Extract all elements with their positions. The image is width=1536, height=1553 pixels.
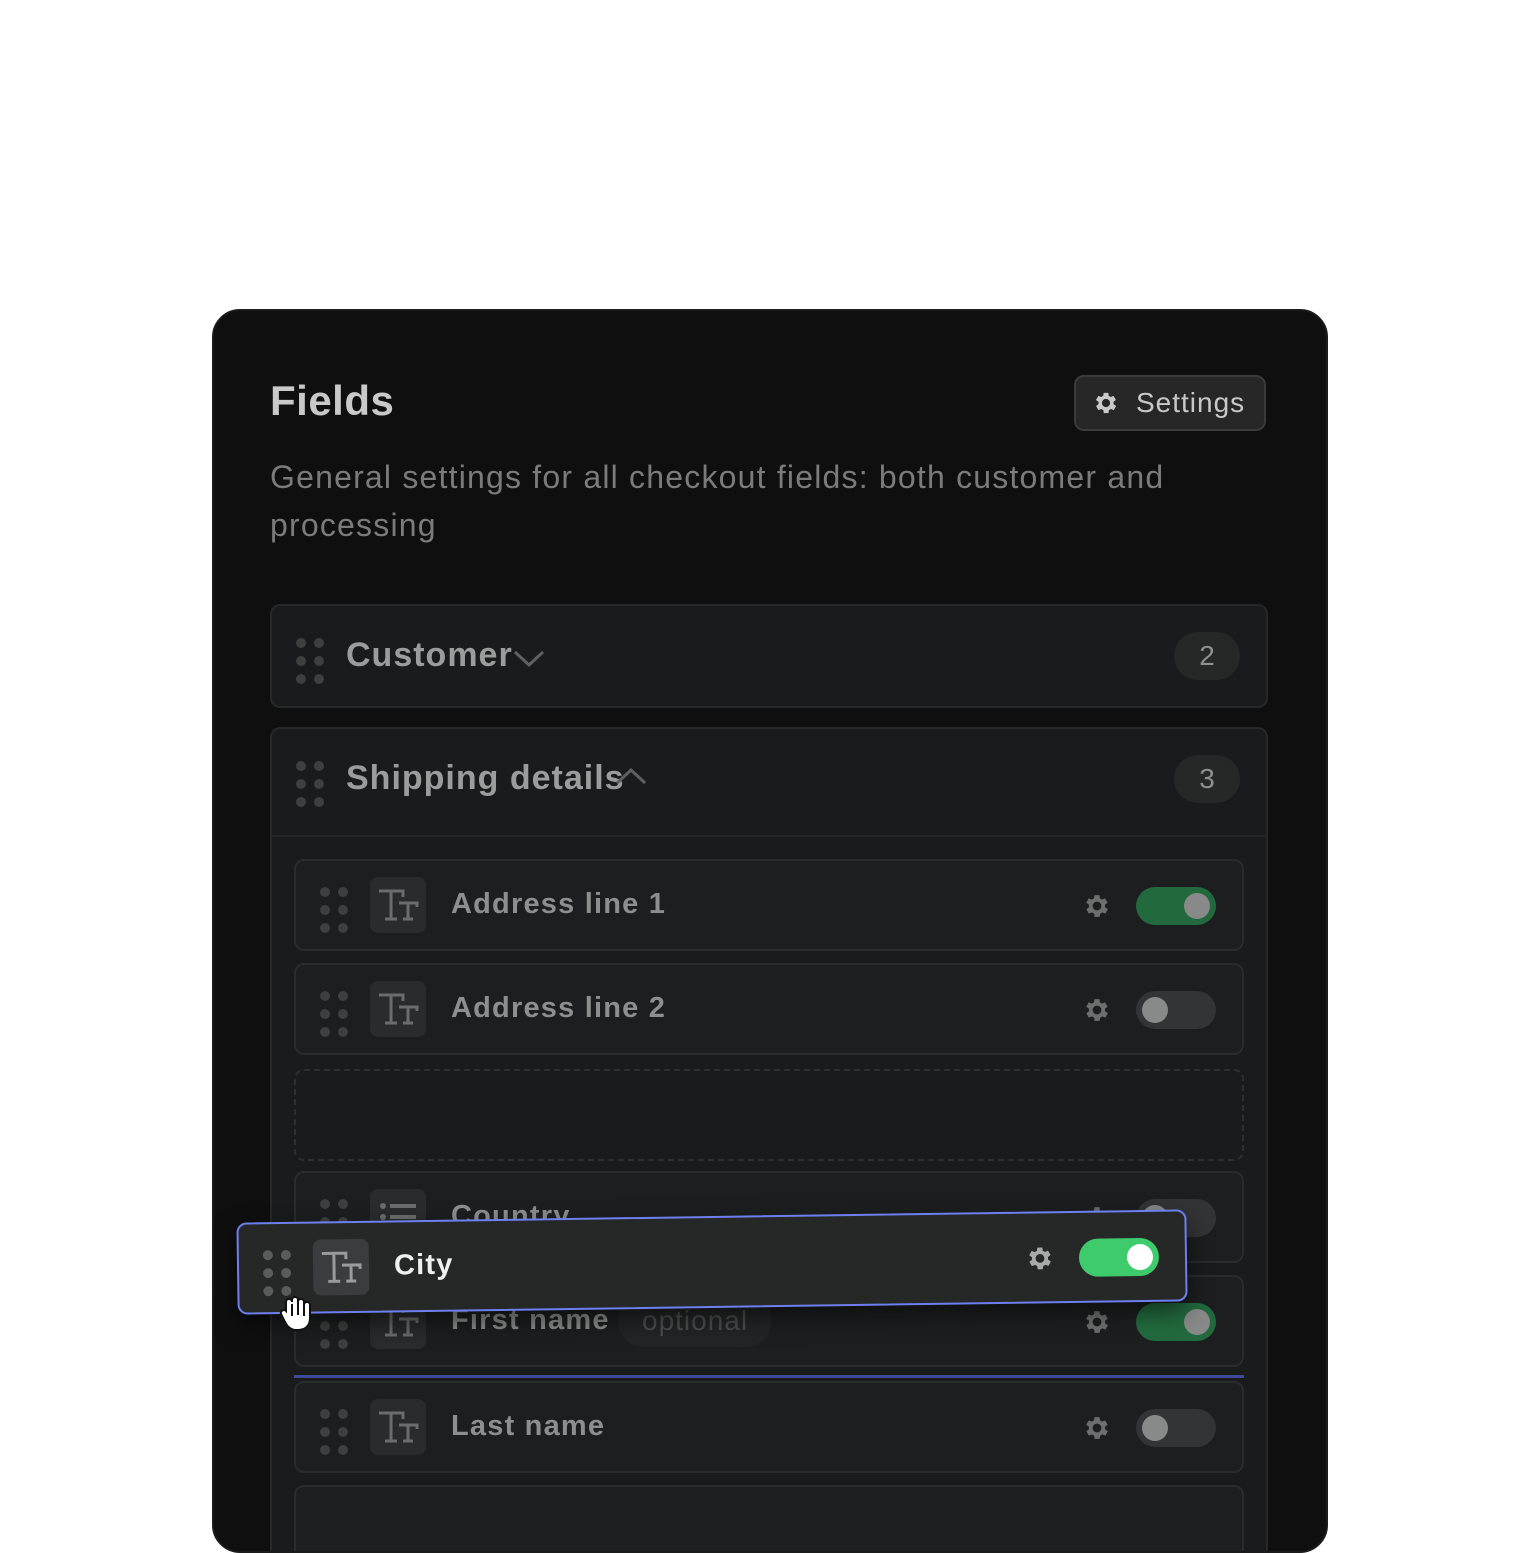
- drag-handle-icon[interactable]: [296, 761, 324, 807]
- dragging-field-row-city[interactable]: City: [236, 1209, 1188, 1315]
- gear-icon[interactable]: [1082, 891, 1112, 921]
- count-badge: 3: [1174, 755, 1240, 803]
- count-badge: 2: [1174, 632, 1240, 680]
- chevron-up-icon[interactable]: [614, 765, 648, 787]
- gear-icon[interactable]: [1082, 995, 1112, 1025]
- fields-panel: Fields Settings General settings for all…: [212, 309, 1328, 1553]
- text-type-icon: [312, 1238, 370, 1296]
- field-row-last-name[interactable]: Last name: [294, 1381, 1244, 1473]
- text-type-icon: [370, 877, 426, 933]
- group-shipping-details[interactable]: Shipping details 3 Address line 1 Addres…: [270, 727, 1268, 1551]
- chevron-down-icon[interactable]: [512, 648, 546, 670]
- group-label: Shipping details: [346, 759, 625, 797]
- drag-handle-icon[interactable]: [296, 638, 324, 684]
- drop-placeholder: [294, 1069, 1244, 1161]
- field-label: Address line 1: [451, 888, 667, 920]
- group-customer[interactable]: Customer 2: [270, 604, 1268, 708]
- field-row-address-line-2[interactable]: Address line 2: [294, 963, 1244, 1055]
- settings-button[interactable]: Settings: [1074, 375, 1266, 431]
- enabled-toggle[interactable]: [1136, 1303, 1216, 1341]
- gear-icon: [1095, 392, 1117, 414]
- text-type-icon: [370, 1399, 426, 1455]
- drag-handle-icon[interactable]: [320, 991, 348, 1037]
- field-label: Last name: [451, 1410, 606, 1442]
- gear-icon[interactable]: [1082, 1307, 1112, 1337]
- text-type-icon: [370, 981, 426, 1037]
- drag-handle-icon[interactable]: [262, 1249, 292, 1297]
- field-row-address-line-1[interactable]: Address line 1: [294, 859, 1244, 951]
- field-label: City: [393, 1248, 454, 1282]
- drag-handle-icon[interactable]: [320, 1409, 348, 1455]
- gear-icon[interactable]: [1082, 1413, 1112, 1443]
- group-divider: [272, 835, 1266, 837]
- group-label: Customer: [346, 636, 513, 674]
- grab-cursor-icon: [279, 1296, 311, 1331]
- field-row[interactable]: [294, 1485, 1244, 1551]
- field-label: Address line 2: [451, 992, 667, 1024]
- enabled-toggle[interactable]: [1078, 1237, 1160, 1277]
- enabled-toggle[interactable]: [1136, 1409, 1216, 1447]
- enabled-toggle[interactable]: [1136, 991, 1216, 1029]
- drag-handle-icon[interactable]: [320, 887, 348, 933]
- drop-indicator: [294, 1375, 1244, 1378]
- page-title: Fields: [270, 377, 395, 424]
- panel-description: General settings for all checkout fields…: [270, 459, 1165, 543]
- settings-button-label: Settings: [1136, 387, 1246, 418]
- gear-icon[interactable]: [1025, 1243, 1055, 1273]
- enabled-toggle[interactable]: [1136, 887, 1216, 925]
